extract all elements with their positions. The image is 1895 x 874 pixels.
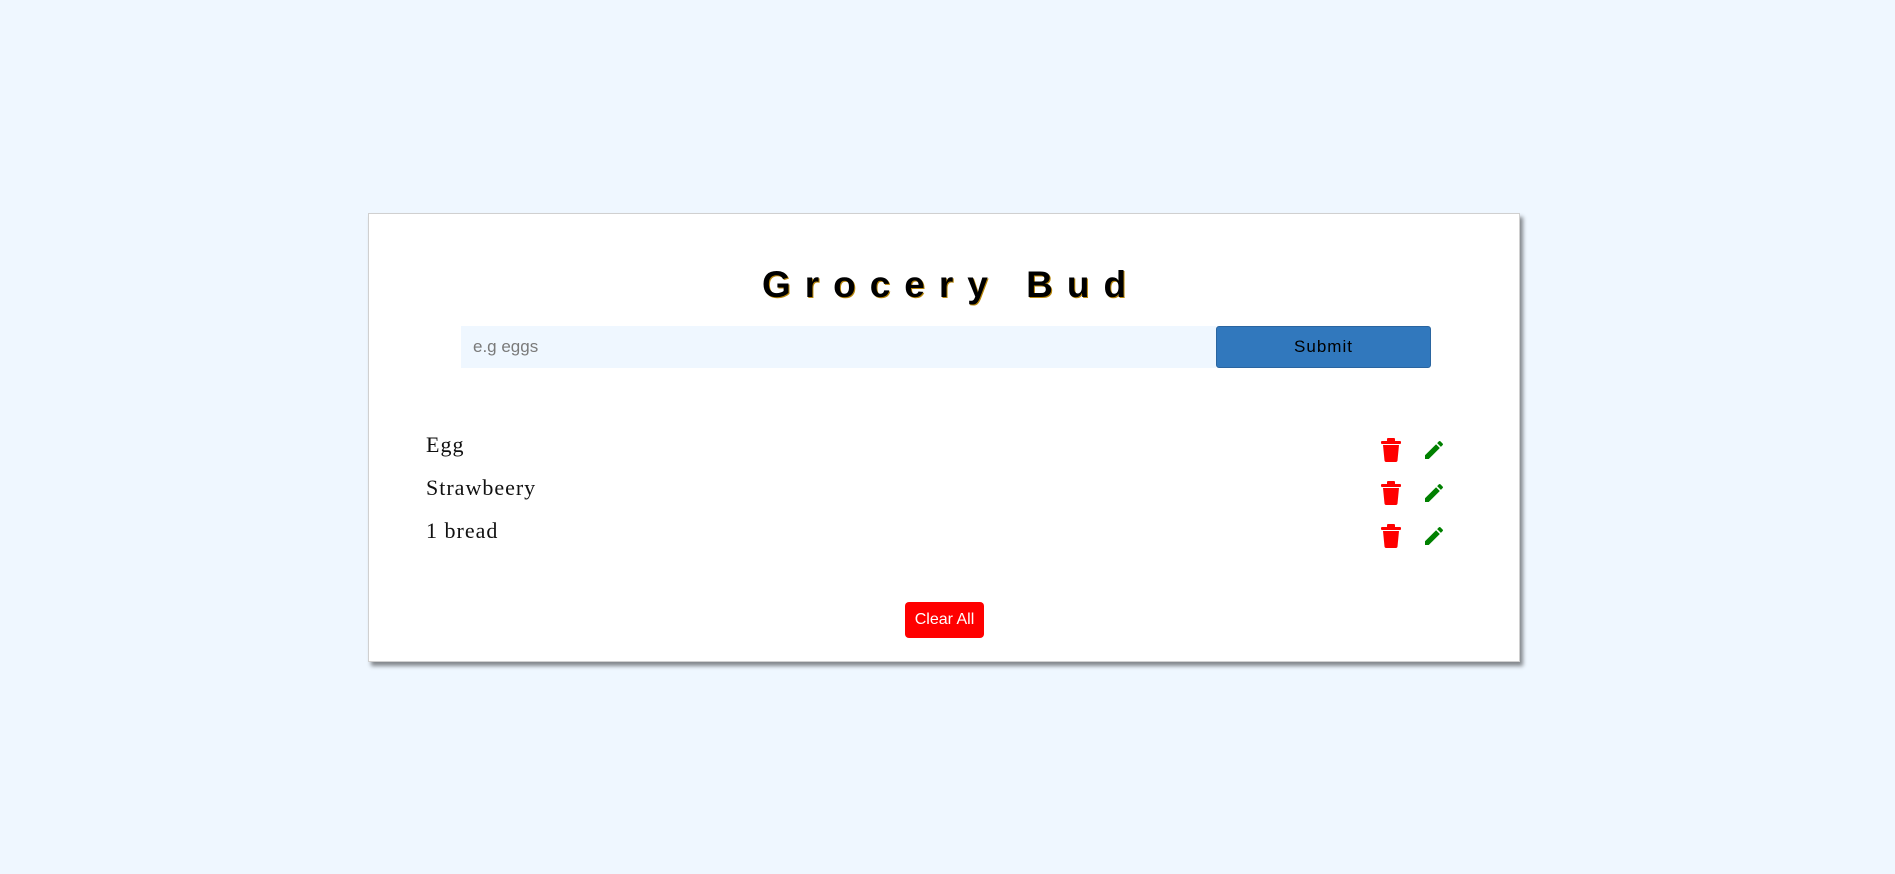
page-title: Grocery Bud [761,264,1141,305]
list-item: 1 bread [426,518,1446,561]
pencil-icon [1425,483,1444,502]
list-item: Strawbeery [426,475,1446,518]
item-actions [1379,523,1446,549]
trash-icon [1381,481,1401,505]
delete-button[interactable] [1379,437,1403,463]
submit-button[interactable]: Submit [1216,326,1431,368]
grocery-list: Egg Strawbeery 1 bread [426,432,1446,561]
item-name: Egg [426,432,465,457]
grocery-input[interactable] [461,326,1216,368]
delete-button[interactable] [1379,480,1403,506]
item-name: 1 bread [426,518,499,543]
pencil-icon [1425,526,1444,545]
item-name: Strawbeery [426,475,537,500]
list-item: Egg [426,432,1446,475]
pencil-icon [1425,440,1444,459]
clear-all-button[interactable]: Clear All [905,602,984,638]
item-actions [1379,480,1446,506]
trash-icon [1381,438,1401,462]
edit-button[interactable] [1422,480,1446,506]
edit-button[interactable] [1422,437,1446,463]
trash-icon [1381,524,1401,548]
edit-button[interactable] [1422,523,1446,549]
grocery-form: Submit [461,326,1431,368]
item-actions [1379,437,1446,463]
grocery-card: Grocery Bud Submit Egg [368,213,1520,662]
delete-button[interactable] [1379,523,1403,549]
